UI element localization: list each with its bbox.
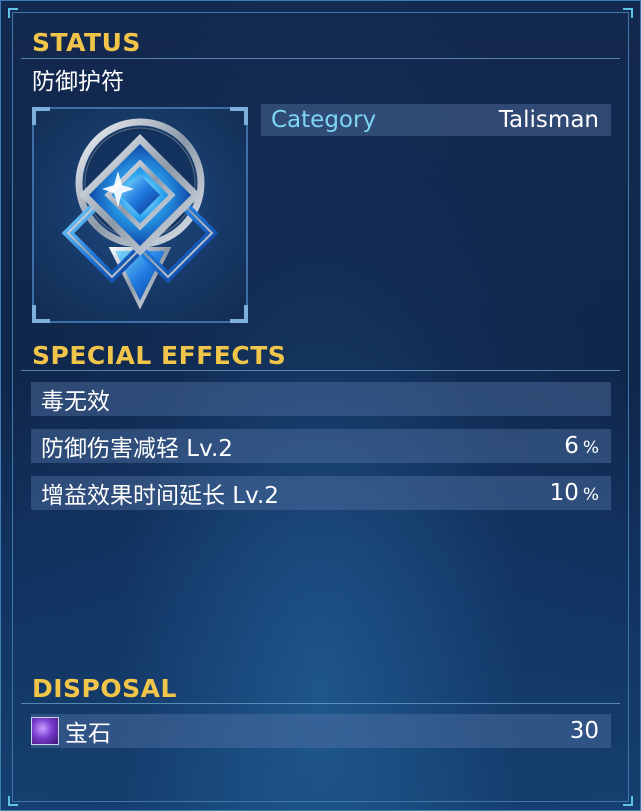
gem-icon [31,717,59,745]
frame-corner [623,8,633,18]
frame-corner [8,796,18,806]
effect-label: 毒无效 [41,389,110,415]
item-name: 防御护符 [32,69,124,95]
effect-value: 10% [549,480,599,506]
effect-row: 毒无效 [31,382,611,416]
status-section-title: STATUS [32,28,141,57]
disposal-divider [21,703,620,704]
disposal-row: 宝石 30 [31,714,611,748]
effect-value: 6% [564,433,599,459]
item-status-panel: STATUS 防御护符 Category Talisman SPECIAL EF… [0,0,641,811]
special-effects-section-title: SPECIAL EFFECTS [32,341,287,370]
disposal-item-label: 宝石 [65,721,111,747]
item-icon-frame [32,107,248,323]
effect-row: 增益效果时间延长 Lv.2 10% [31,476,611,510]
disposal-section-title: DISPOSAL [32,674,177,703]
effect-label: 增益效果时间延长 Lv.2 [41,483,279,509]
effect-row: 防御伤害减轻 Lv.2 6% [31,429,611,463]
category-row: Category Talisman [261,104,611,136]
effect-label: 防御伤害减轻 Lv.2 [41,436,233,462]
category-label: Category [271,107,377,133]
special-effects-divider [21,370,620,371]
status-divider [21,58,620,59]
frame-corner [623,796,633,806]
frame-corner [8,8,18,18]
diamond-talisman-icon [61,118,219,310]
category-value: Talisman [498,107,599,133]
disposal-item: 宝石 [31,714,111,748]
disposal-item-value: 30 [569,718,599,744]
